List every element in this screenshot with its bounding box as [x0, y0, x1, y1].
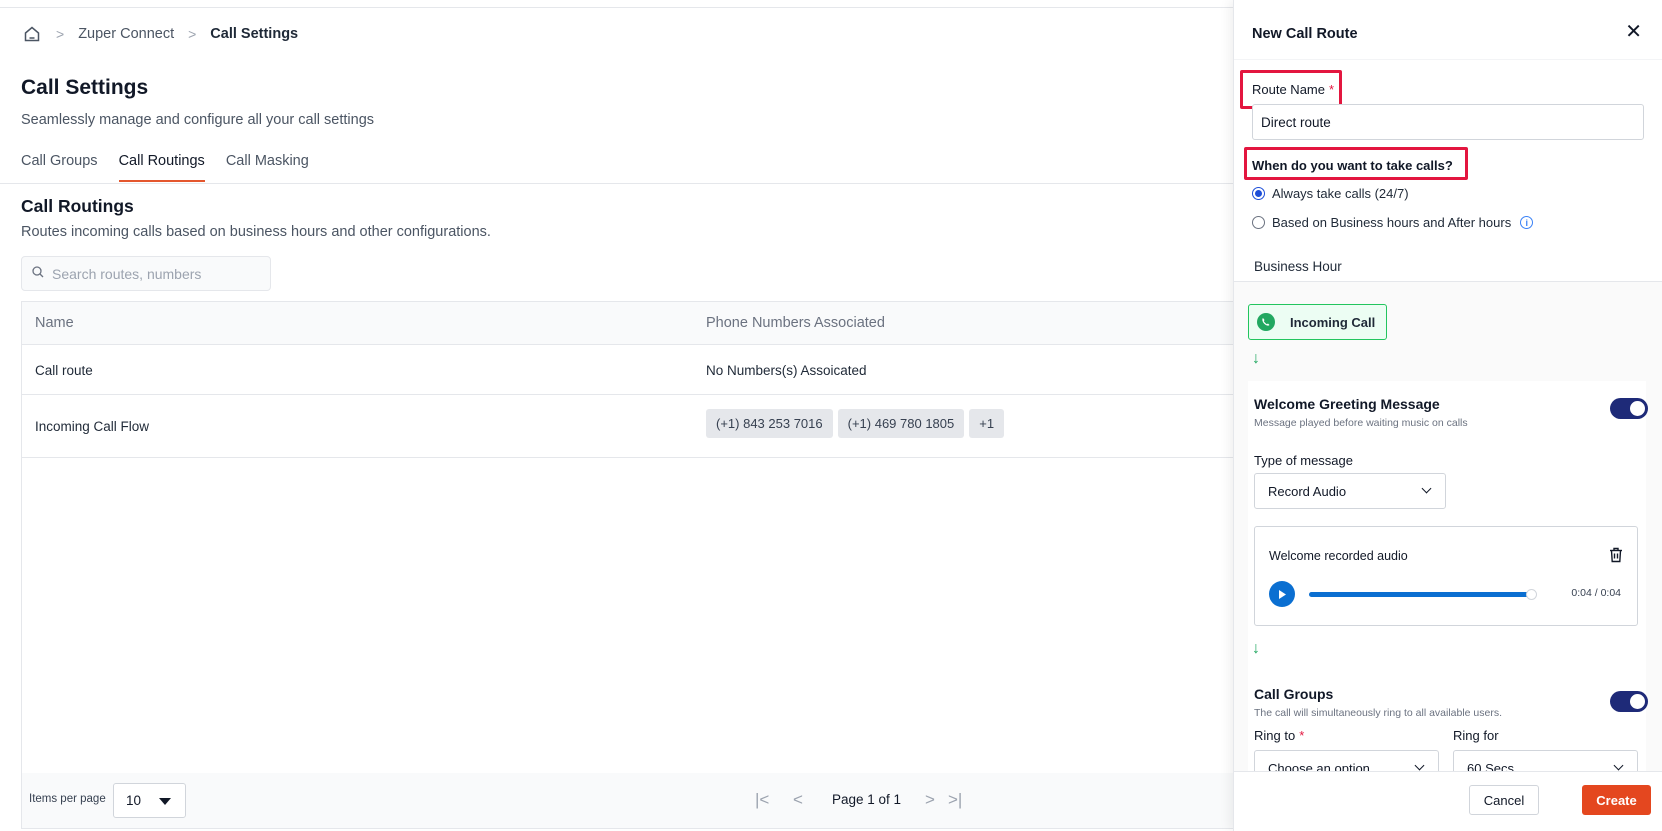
last-page-icon[interactable]: >|	[948, 790, 962, 810]
arrow-down-icon: ↓	[1252, 640, 1260, 657]
arrow-down-icon: ↓	[1252, 350, 1260, 367]
phone-icon	[1257, 313, 1275, 331]
search-input[interactable]	[52, 265, 252, 282]
page-indicator: Page 1 of 1	[832, 792, 902, 807]
option-always-take-calls[interactable]: Always take calls (24/7)	[1252, 186, 1409, 201]
close-icon[interactable]: ✕	[1625, 22, 1642, 42]
message-type-select[interactable]: Record Audio	[1254, 473, 1446, 509]
option-label: Based on Business hours and After hours	[1272, 215, 1512, 230]
table-row[interactable]: Incoming Call Flow (+1) 843 253 7016 (+1)…	[22, 395, 1233, 458]
trash-icon[interactable]	[1609, 547, 1623, 563]
ring-to-label: Ring to *	[1254, 728, 1304, 743]
audio-name: Welcome recorded audio	[1269, 549, 1408, 563]
audio-progress-fill	[1309, 592, 1531, 597]
ring-to-value: Choose an option	[1268, 760, 1370, 772]
ring-for-value: 60 Secs	[1467, 760, 1514, 772]
top-divider	[0, 7, 1233, 8]
column-header-phone-numbers[interactable]: Phone Numbers Associated	[706, 315, 885, 331]
message-type-label: Type of message	[1254, 453, 1353, 468]
cancel-button[interactable]: Cancel	[1469, 785, 1539, 815]
option-label: Always take calls (24/7)	[1272, 186, 1409, 201]
call-groups-subtitle: The call will simultaneously ring to all…	[1254, 707, 1503, 719]
recorded-audio-box: Welcome recorded audio 0:04 / 0:04	[1254, 526, 1638, 626]
new-call-route-drawer: New Call Route ✕ Route Name* When do you…	[1233, 0, 1662, 831]
ring-to-select[interactable]: Choose an option	[1254, 750, 1439, 771]
page-title: Call Settings	[21, 76, 149, 99]
greeting-toggle[interactable]	[1610, 398, 1648, 419]
chevron-down-icon	[1421, 483, 1432, 494]
first-page-icon[interactable]: |<	[755, 790, 769, 810]
caret-down-icon	[159, 798, 171, 805]
tab-call-routings[interactable]: Call Routings	[118, 153, 205, 182]
phone-chips: (+1) 843 253 7016 (+1) 469 780 1805 +1	[706, 409, 1009, 438]
home-icon[interactable]	[22, 24, 42, 44]
incoming-call-label: Incoming Call	[1290, 314, 1376, 330]
greeting-subtitle: Message played before waiting music on c…	[1254, 417, 1468, 429]
pagination-bar: Items per page 10 |< < Page 1 of 1 > >|	[22, 773, 1233, 828]
greeting-title: Welcome Greeting Message	[1254, 396, 1440, 412]
row-name: Incoming Call Flow	[35, 419, 150, 434]
chevron-down-icon	[1613, 760, 1624, 771]
tab-call-groups[interactable]: Call Groups	[21, 153, 98, 182]
audio-progress-handle[interactable]	[1526, 589, 1537, 600]
items-per-page-label: Items per page	[29, 793, 106, 805]
items-per-page-select[interactable]: 10	[113, 783, 186, 818]
call-groups-card: Call Groups The call will simultaneously…	[1248, 672, 1648, 771]
chevron-right-icon: >	[188, 26, 197, 42]
items-per-page-value: 10	[126, 793, 142, 808]
settings-tabs: Call Groups Call Routings Call Masking	[21, 153, 330, 182]
play-button[interactable]	[1269, 581, 1295, 607]
route-name-input[interactable]	[1252, 104, 1644, 140]
call-groups-title: Call Groups	[1254, 686, 1334, 702]
play-icon	[1279, 589, 1286, 599]
required-mark: *	[1299, 728, 1305, 743]
call-groups-toggle[interactable]	[1610, 691, 1648, 712]
row-numbers-text: No Numbers(s) Assoicated	[706, 363, 867, 378]
incoming-call-node: Incoming Call	[1248, 304, 1387, 340]
drawer-body: Route Name* When do you want to take cal…	[1234, 60, 1662, 771]
section-subtitle: Routes incoming calls based on business …	[21, 224, 491, 240]
audio-time: 0:04 / 0:04	[1571, 587, 1621, 599]
row-name: Call route	[35, 363, 93, 378]
routes-table: Name Phone Numbers Associated Call route…	[21, 301, 1233, 829]
message-type-value: Record Audio	[1268, 483, 1347, 499]
phone-chip: (+1) 469 780 1805	[837, 409, 965, 438]
drawer-footer: Cancel Create	[1234, 771, 1662, 831]
ring-for-label: Ring for	[1453, 728, 1499, 743]
more-numbers-chip[interactable]: +1	[969, 409, 1005, 438]
audio-progress-track[interactable]	[1309, 589, 1537, 600]
info-icon[interactable]: i	[1520, 216, 1534, 229]
ring-for-select[interactable]: 60 Secs	[1453, 750, 1638, 771]
breadcrumb-item-zuper-connect[interactable]: Zuper Connect	[78, 26, 174, 42]
table-row[interactable]: Call route No Numbers(s) Assoicated	[22, 345, 1233, 395]
tabs-divider	[0, 183, 1233, 184]
radio-unselected[interactable]	[1252, 216, 1265, 229]
table-header: Name Phone Numbers Associated	[22, 302, 1233, 345]
drawer-header: New Call Route ✕	[1234, 0, 1662, 60]
chevron-down-icon	[1414, 760, 1425, 771]
create-button[interactable]: Create	[1582, 785, 1651, 815]
ring-to-label-text: Ring to	[1254, 728, 1296, 743]
search-box	[21, 256, 271, 291]
chevron-right-icon: >	[56, 26, 65, 42]
search-icon	[32, 265, 44, 283]
section-title: Call Routings	[21, 196, 134, 216]
previous-page-icon[interactable]: <	[793, 790, 803, 810]
required-mark: *	[1328, 82, 1335, 97]
breadcrumb: > Zuper Connect > Call Settings	[22, 24, 298, 44]
route-name-label-text: Route Name	[1252, 82, 1325, 97]
route-name-label: Route Name *	[1252, 82, 1334, 97]
tab-call-masking[interactable]: Call Masking	[226, 153, 309, 182]
take-calls-question: When do you want to take calls?	[1252, 158, 1453, 173]
option-business-hours[interactable]: Based on Business hours and After hours …	[1252, 215, 1534, 230]
next-page-icon[interactable]: >	[925, 790, 935, 810]
column-header-name[interactable]: Name	[35, 315, 74, 331]
breadcrumb-item-call-settings: Call Settings	[210, 26, 299, 42]
phone-chip: (+1) 843 253 7016	[706, 409, 833, 438]
drawer-title: New Call Route	[1252, 26, 1358, 42]
page-subtitle: Seamlessly manage and configure all your…	[21, 112, 375, 128]
radio-selected[interactable]	[1252, 187, 1265, 200]
